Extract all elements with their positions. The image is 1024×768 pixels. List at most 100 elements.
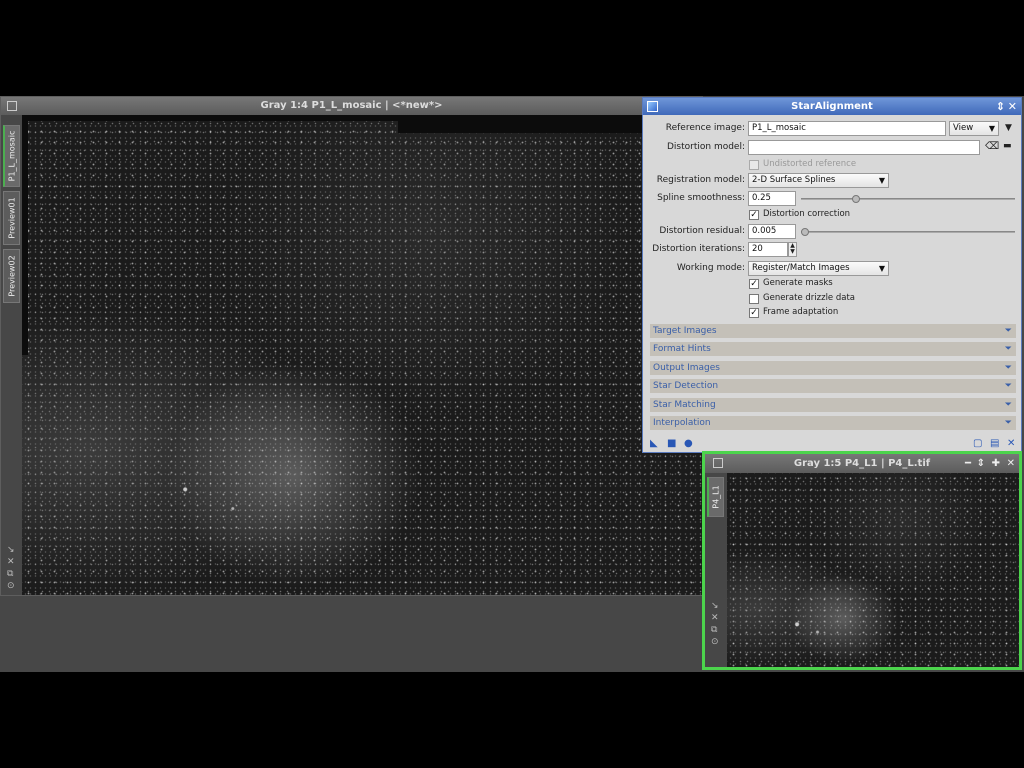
spline-smoothness-slider[interactable] xyxy=(801,198,1015,200)
registration-model-label: Registration model: xyxy=(656,175,745,185)
generate-masks-row: ✓ Generate masks xyxy=(643,278,1021,294)
reset-icon[interactable]: ✕ xyxy=(1007,438,1015,449)
process-icon xyxy=(647,101,658,112)
clone-icon[interactable]: ⧉ xyxy=(7,569,13,579)
chevron-down-icon: ▼ xyxy=(988,124,995,133)
clone-icon[interactable]: ⧉ xyxy=(711,625,717,635)
distortion-iterations-label: Distortion iterations: xyxy=(652,244,745,254)
apply-icon[interactable]: ■ xyxy=(667,438,676,449)
registration-model-select[interactable]: 2-D Surface Splines ▼ xyxy=(748,173,889,188)
resize-arrow-icon[interactable]: ↘ xyxy=(711,601,719,611)
star-alignment-panel: StarAlignment ⇕ ✕ Reference image: P1_L_… xyxy=(642,97,1022,453)
second-view-tabs: P4_L1 ↘ ✕ ⧉ ⊙ xyxy=(705,473,727,667)
folder-icon[interactable]: ▬ xyxy=(1003,141,1012,151)
section-target-images[interactable]: Target Images ⏷ xyxy=(650,324,1016,338)
distortion-correction-label: Distortion correction xyxy=(763,209,851,219)
main-image-window[interactable]: Gray 1:4 P1_L_mosaic | <*new*> P1_L_mosa… xyxy=(0,96,704,596)
section-star-matching[interactable]: Star Matching ⏷ xyxy=(650,398,1016,412)
distortion-iterations-row: Distortion iterations: 20 ▲ ▼ xyxy=(643,242,1021,258)
edit-instance-icon[interactable]: ▤ xyxy=(990,438,999,449)
spline-smoothness-knob[interactable] xyxy=(852,195,860,203)
distortion-model-row: Distortion model: ⌫ ▬ xyxy=(643,140,1021,156)
spline-smoothness-row: Spline smoothness: 0.25 xyxy=(643,191,1021,207)
working-mode-label: Working mode: xyxy=(676,263,745,273)
tab-main-view[interactable]: P1_L_mosaic xyxy=(3,125,20,187)
generate-drizzle-label: Generate drizzle data xyxy=(763,293,856,303)
mosaic-image[interactable] xyxy=(22,115,704,595)
main-window-titlebar[interactable]: Gray 1:4 P1_L_mosaic | <*new*> xyxy=(1,97,702,115)
spline-smoothness-field[interactable]: 0.25 xyxy=(748,191,796,206)
section-star-detection[interactable]: Star Detection ⏷ xyxy=(650,379,1016,393)
reference-image-field[interactable]: P1_L_mosaic xyxy=(748,121,946,136)
panel-titlebar[interactable]: StarAlignment ⇕ ✕ xyxy=(643,98,1021,115)
undistorted-reference-label: Undistorted reference xyxy=(763,159,857,169)
iterations-spinner[interactable]: ▲ ▼ xyxy=(788,242,797,257)
generate-drizzle-checkbox[interactable] xyxy=(749,294,759,304)
working-mode-select[interactable]: Register/Match Images ▼ xyxy=(748,261,889,276)
view-tabs: P1_L_mosaic Preview01 Preview02 ↘ ✕ ⧉ ⊙ xyxy=(1,115,22,595)
distortion-residual-slider[interactable] xyxy=(801,231,1015,233)
minimize-icon[interactable]: ━ xyxy=(965,454,971,473)
crosshair-icon[interactable]: ✕ xyxy=(7,557,15,567)
second-window-title: Gray 1:5 P4_L1 | P4_L.tif xyxy=(793,458,931,469)
section-interpolation[interactable]: Interpolation ⏷ xyxy=(650,416,1016,430)
main-window-title: Gray 1:4 P1_L_mosaic | <*new*> xyxy=(260,100,443,111)
resize-arrow-icon[interactable]: ↘ xyxy=(7,545,15,555)
target-icon[interactable]: ⊙ xyxy=(7,581,15,591)
section-format-hints[interactable]: Format Hints ⏷ xyxy=(650,342,1016,356)
tab-p4-l1[interactable]: P4_L1 xyxy=(707,477,724,517)
crosshair-icon[interactable]: ✕ xyxy=(711,613,719,623)
shade-icon[interactable]: ⇕ xyxy=(996,98,1005,115)
close-icon[interactable]: ✕ xyxy=(1008,98,1017,115)
distortion-residual-row: Distortion residual: 0.005 xyxy=(643,224,1021,240)
browse-doc-icon[interactable]: ▢ xyxy=(973,438,982,449)
spline-smoothness-label: Spline smoothness: xyxy=(657,193,745,203)
target-icon[interactable]: ⊙ xyxy=(711,637,719,647)
generate-masks-checkbox[interactable]: ✓ xyxy=(749,279,759,289)
expand-icon: ⏷ xyxy=(1004,381,1012,391)
chevron-down-icon: ▼ xyxy=(878,176,885,185)
reference-image-row: Reference image: P1_L_mosaic View ▼ ▼ xyxy=(643,121,1021,137)
expand-icon: ⏷ xyxy=(1004,400,1012,410)
p4-image[interactable] xyxy=(727,473,1019,667)
distortion-iterations-field[interactable]: 20 xyxy=(748,242,788,257)
clear-icon[interactable]: ⌫ xyxy=(985,141,999,152)
undistorted-reference-row: Undistorted reference xyxy=(643,158,1021,174)
frame-adaptation-label: Frame adaptation xyxy=(763,307,839,317)
generate-masks-label: Generate masks xyxy=(763,278,833,288)
apply-global-icon[interactable]: ● xyxy=(684,438,693,449)
frame-adaptation-checkbox[interactable]: ✓ xyxy=(749,308,759,318)
distortion-residual-field[interactable]: 0.005 xyxy=(748,224,796,239)
window-icon[interactable] xyxy=(713,458,723,468)
tab-preview02[interactable]: Preview02 xyxy=(3,249,20,303)
tab-preview01[interactable]: Preview01 xyxy=(3,191,20,245)
image-border-top xyxy=(28,115,398,121)
distortion-model-label: Distortion model: xyxy=(666,142,745,152)
close-icon[interactable]: ✕ xyxy=(1007,454,1015,473)
distortion-correction-row: ✓ Distortion correction xyxy=(643,208,1021,224)
dropdown-arrow-icon[interactable]: ▼ xyxy=(1005,123,1012,133)
panel-title: StarAlignment xyxy=(791,101,873,112)
distortion-residual-knob[interactable] xyxy=(801,228,809,236)
window-icon[interactable] xyxy=(7,101,17,111)
distortion-model-field[interactable] xyxy=(748,140,980,155)
chevron-down-icon: ▼ xyxy=(878,264,885,273)
undistorted-reference-checkbox[interactable] xyxy=(749,160,759,170)
expand-icon: ⏷ xyxy=(1004,344,1012,354)
second-window-titlebar[interactable]: Gray 1:5 P4_L1 | P4_L.tif ━ ⇕ ✚ ✕ xyxy=(705,454,1019,473)
reference-image-label: Reference image: xyxy=(665,123,745,133)
expand-icon: ⏷ xyxy=(1004,418,1012,428)
working-mode-row: Working mode: Register/Match Images ▼ xyxy=(643,261,1021,277)
image-border-left xyxy=(22,115,28,355)
distortion-residual-label: Distortion residual: xyxy=(659,226,745,236)
new-instance-icon[interactable]: ◣ xyxy=(650,438,658,449)
shade-icon[interactable]: ⇕ xyxy=(977,454,985,473)
distortion-correction-checkbox[interactable]: ✓ xyxy=(749,210,759,220)
expand-icon: ⏷ xyxy=(1004,363,1012,373)
maximize-icon[interactable]: ✚ xyxy=(992,454,1000,473)
view-button[interactable]: View ▼ xyxy=(949,121,999,136)
registration-model-row: Registration model: 2-D Surface Splines ▼ xyxy=(643,173,1021,189)
frame-adaptation-row: ✓ Frame adaptation xyxy=(643,307,1021,323)
section-output-images[interactable]: Output Images ⏷ xyxy=(650,361,1016,375)
second-image-window[interactable]: Gray 1:5 P4_L1 | P4_L.tif ━ ⇕ ✚ ✕ P4_L1 … xyxy=(702,451,1022,670)
